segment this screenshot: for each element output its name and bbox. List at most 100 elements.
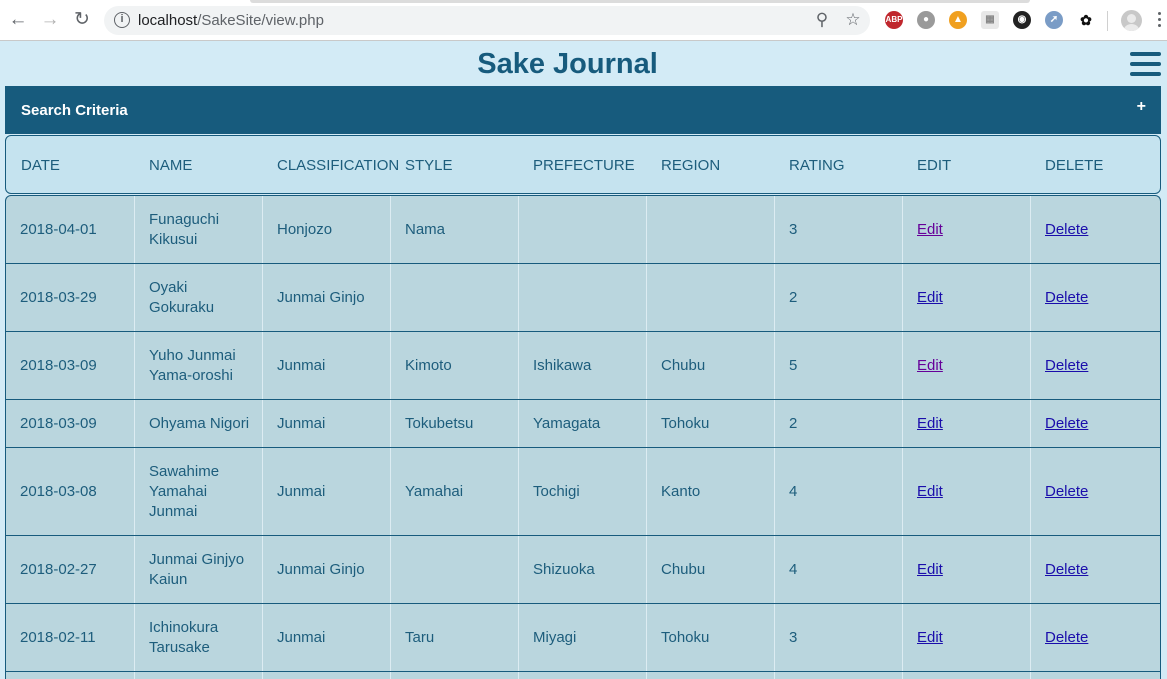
search-criteria-title: Search Criteria [21, 102, 128, 119]
cell-region [646, 264, 774, 331]
profile-avatar-icon[interactable] [1121, 10, 1142, 31]
cell-style [390, 536, 518, 603]
column-header-delete: DELETE [1045, 157, 1104, 174]
cell-style: Yamahai [390, 448, 518, 535]
cell-rating: 2 [774, 264, 902, 331]
delete-link[interactable]: Delete [1031, 220, 1088, 240]
cell-date: 2018-03-29 [20, 288, 97, 306]
column-header-region: REGION [661, 157, 721, 174]
column-header-rating: RATING [789, 157, 845, 174]
cell-rating: 4 [774, 536, 902, 603]
delete-link[interactable]: Delete [1031, 288, 1088, 308]
url-path: /SakeSite/view.php [197, 12, 324, 29]
bookmark-star-icon[interactable]: ☆ [843, 10, 863, 30]
cell-edit: Edit [902, 400, 1030, 447]
cell-region: Chubu [646, 536, 774, 603]
cell-delete: Delete [1030, 536, 1160, 603]
url-text[interactable]: localhost/SakeSite/view.php [138, 12, 324, 29]
cell-edit: Edit [902, 264, 1030, 331]
delete-link[interactable]: Delete [1031, 356, 1088, 376]
table-row: 2018-03-29 Oyaki Gokuraku Junmai Ginjo 2… [6, 264, 1160, 332]
edit-link[interactable]: Edit [903, 220, 943, 240]
delete-link[interactable]: Delete [1031, 482, 1088, 502]
cell-rating: 5 [774, 332, 902, 399]
cell-delete [1030, 672, 1160, 679]
reload-icon[interactable]: ↻ [72, 10, 92, 30]
extension-puzzle-icon[interactable]: ● [917, 11, 935, 29]
cell-rating: 3 [774, 604, 902, 671]
table-row: 2018-03-09 Ohyama Nigori Junmai Tokubets… [6, 400, 1160, 448]
edit-link[interactable]: Edit [903, 628, 943, 648]
cell-date: 2018-03-09 [20, 414, 97, 432]
cell-date [6, 672, 134, 679]
cell-region: Tohoku [646, 604, 774, 671]
edit-link[interactable]: Edit [903, 414, 943, 434]
cell-delete: Delete [1030, 264, 1160, 331]
cell-name: Sawahime Yamahai Junmai [134, 448, 262, 535]
cell-prefecture: Ishikawa [518, 332, 646, 399]
cell-date: 2018-04-01 [20, 220, 97, 238]
hamburger-menu-icon[interactable] [1130, 52, 1161, 76]
cell-name: Funaguchi Kikusui [134, 196, 262, 263]
toolbar-separator [1107, 11, 1108, 31]
cell-style: Nama [390, 196, 518, 263]
delete-link[interactable]: Delete [1031, 560, 1088, 580]
cell-style [390, 264, 518, 331]
cell-edit: Edit [902, 332, 1030, 399]
table-row: 2018-03-08 Sawahime Yamahai Junmai Junma… [6, 448, 1160, 536]
expand-plus-icon[interactable]: + [1137, 98, 1146, 116]
forward-arrow-icon[interactable]: → [40, 10, 60, 30]
cell-name: Junmai Ginjyo Kaiun [134, 536, 262, 603]
delete-link[interactable]: Delete [1031, 414, 1088, 434]
column-header-date: DATE [21, 157, 60, 174]
cell-classification: Honjozo [262, 196, 390, 263]
cell-region [646, 672, 774, 679]
cell-prefecture [518, 672, 646, 679]
grid-extension-icon[interactable]: ▦ [981, 11, 999, 29]
address-bar[interactable]: i localhost/SakeSite/view.php ⚲ ☆ [104, 6, 870, 35]
cell-region: Tohoku [646, 400, 774, 447]
delete-link[interactable]: Delete [1031, 628, 1088, 648]
zoom-icon[interactable]: ⚲ [812, 10, 832, 30]
adblock-extension-icon[interactable]: ABP [885, 11, 903, 29]
edit-link[interactable]: Edit [903, 288, 943, 308]
table-row: 2018-03-09 Yuho Junmai Yama-oroshi Junma… [6, 332, 1160, 400]
table-row: 2018-04-01 Funaguchi Kikusui Honjozo Nam… [6, 196, 1160, 264]
back-arrow-icon[interactable]: ← [8, 10, 28, 30]
table-row: 2018-02-27 Junmai Ginjyo Kaiun Junmai Gi… [6, 536, 1160, 604]
cell-name: Yuho Junmai Yama-oroshi [134, 332, 262, 399]
column-header-style: STYLE [405, 157, 453, 174]
edit-link[interactable]: Edit [903, 356, 943, 376]
cell-region [646, 196, 774, 263]
cell-classification: Junmai [262, 400, 390, 447]
cell-date: 2018-03-08 [20, 482, 97, 500]
cell-style: Taru [390, 604, 518, 671]
fire-extension-icon[interactable]: ▲ [949, 11, 967, 29]
cell-prefecture: Shizuoka [518, 536, 646, 603]
browser-menu-icon[interactable] [1158, 12, 1162, 29]
panda-extension-icon[interactable]: ◉ [1013, 11, 1031, 29]
cell-prefecture [518, 264, 646, 331]
table-header: DATE NAME CLASSIFICATION STYLE PREFECTUR… [5, 135, 1161, 194]
table-row [6, 672, 1160, 679]
edit-link[interactable]: Edit [903, 560, 943, 580]
cell-prefecture: Tochigi [518, 448, 646, 535]
cell-style: Kimoto [390, 332, 518, 399]
compass-extension-icon[interactable]: ➚ [1045, 11, 1063, 29]
footprint-extension-icon[interactable]: ✿ [1077, 11, 1095, 29]
cell-delete: Delete [1030, 196, 1160, 263]
cell-classification: Junmai [262, 332, 390, 399]
site-info-icon[interactable]: i [114, 12, 130, 28]
column-header-name: NAME [149, 157, 193, 174]
cell-rating: 3 [774, 196, 902, 263]
table-row: 2018-02-11 Ichinokura Tarusake Junmai Ta… [6, 604, 1160, 672]
cell-delete: Delete [1030, 604, 1160, 671]
cell-delete: Delete [1030, 448, 1160, 535]
cell-classification: Junmai Ginjo [262, 536, 390, 603]
search-criteria-panel[interactable]: Search Criteria + [5, 86, 1161, 134]
cell-edit: Edit [902, 196, 1030, 263]
edit-link[interactable]: Edit [903, 482, 943, 502]
cell-date: 2018-02-11 [20, 628, 96, 646]
cell-date: 2018-03-09 [20, 356, 97, 374]
cell-date: 2018-02-27 [20, 560, 97, 578]
